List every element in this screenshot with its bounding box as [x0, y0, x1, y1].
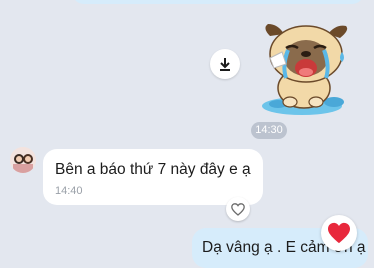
- avatar[interactable]: [10, 147, 36, 173]
- red-heart-icon: [328, 222, 350, 244]
- heart-outline-icon: [231, 202, 245, 216]
- incoming-message-time: 14:40: [55, 185, 83, 197]
- pug-icon: [262, 24, 348, 115]
- crying-pug-sticker[interactable]: [256, 18, 356, 118]
- incoming-message-bubble[interactable]: Bên a báo thứ 7 này đây e ạ 14:40: [43, 149, 263, 205]
- react-button[interactable]: [226, 197, 250, 221]
- heart-reaction-button[interactable]: [321, 215, 357, 251]
- download-button[interactable]: [210, 49, 240, 79]
- incoming-message-text: Bên a báo thứ 7 này đây e ạ: [55, 161, 251, 178]
- timestamp-divider: 14:30: [251, 122, 287, 139]
- avatar-image-icon: [10, 147, 36, 173]
- previous-outgoing-bubble: [72, 0, 364, 4]
- download-icon: [220, 58, 230, 71]
